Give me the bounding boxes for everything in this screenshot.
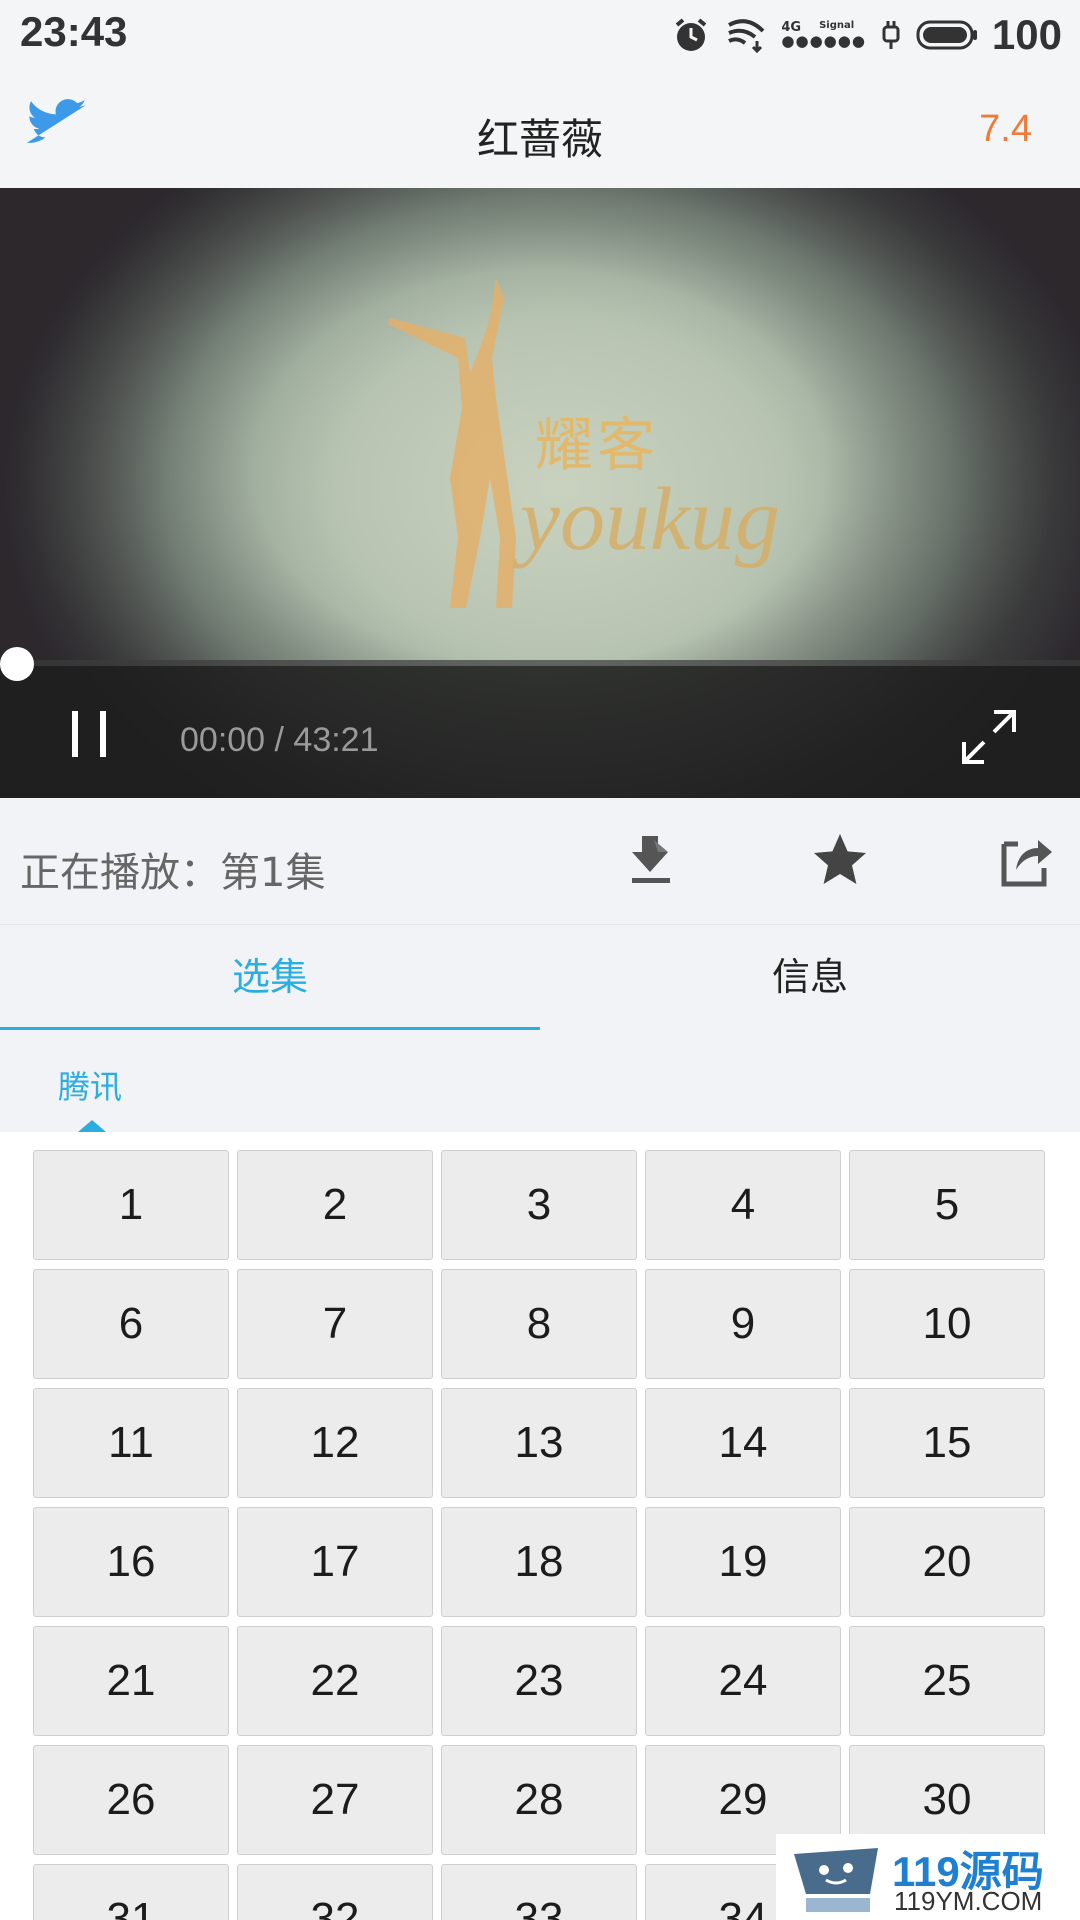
episode-button[interactable]: 21 — [33, 1626, 229, 1736]
episode-button[interactable]: 8 — [441, 1269, 637, 1379]
status-time: 23:43 — [20, 8, 128, 55]
source-tab-tencent[interactable]: 腾讯 — [58, 1062, 122, 1108]
site-watermark: 119源码 119YM.COM — [776, 1834, 1080, 1920]
episode-button[interactable]: 31 — [33, 1864, 229, 1920]
episode-button[interactable]: 19 — [645, 1507, 841, 1617]
now-playing-label: 正在播放：第1集 — [20, 850, 326, 896]
episode-button[interactable]: 6 — [33, 1269, 229, 1379]
pause-button[interactable] — [66, 711, 116, 761]
source-caret-icon — [78, 1120, 106, 1132]
episode-button[interactable]: 11 — [33, 1388, 229, 1498]
episode-button[interactable]: 7 — [237, 1269, 433, 1379]
download-icon[interactable] — [624, 830, 684, 890]
episode-button[interactable]: 5 — [849, 1150, 1045, 1260]
episode-button[interactable]: 17 — [237, 1507, 433, 1617]
video-player[interactable]: 耀客 youkug 00:00 / 43:21 — [0, 188, 1080, 798]
status-bar: 23:43 4G Signal ●●●●●● 100 — [0, 0, 1080, 70]
episode-button[interactable]: 22 — [237, 1626, 433, 1736]
signal-dots-icon: ●●●●●● — [781, 32, 866, 50]
status-icons: 4G Signal ●●●●●● 100 — [671, 10, 1062, 60]
episode-grid-area: 1 2 3 4 5 6 7 8 9 10 11 12 13 14 15 16 17 18 19 20 21 22 23 24 2… — [0, 1132, 1080, 1920]
episode-button[interactable]: 18 — [441, 1507, 637, 1617]
battery-icon — [916, 20, 977, 50]
episode-button[interactable]: 33 — [441, 1864, 637, 1920]
tab-info[interactable]: 信息 — [540, 925, 1080, 1033]
episode-button[interactable]: 16 — [33, 1507, 229, 1617]
episode-button[interactable]: 2 — [237, 1150, 433, 1260]
playback-time: 00:00 / 43:21 — [180, 721, 379, 759]
episode-button[interactable]: 14 — [645, 1388, 841, 1498]
episode-button[interactable]: 32 — [237, 1864, 433, 1920]
network-indicator: 4G Signal ●●●●●● — [781, 21, 866, 49]
title-bar: 红蔷薇 7.4 — [0, 70, 1080, 188]
wifi-icon — [728, 19, 765, 54]
now-playing-row: 正在播放：第1集 — [0, 798, 1080, 922]
page-title: 红蔷薇 — [476, 115, 603, 164]
episode-button[interactable]: 10 — [849, 1269, 1045, 1379]
alarm-icon — [676, 18, 707, 51]
episode-button[interactable]: 26 — [33, 1745, 229, 1855]
episode-button[interactable]: 15 — [849, 1388, 1045, 1498]
tab-bar: 选集 信息 — [0, 924, 1080, 1032]
episode-button[interactable]: 23 — [441, 1626, 637, 1736]
favorite-star-icon[interactable] — [810, 830, 870, 890]
fullscreen-icon[interactable] — [960, 708, 1018, 766]
episode-button[interactable]: 1 — [33, 1150, 229, 1260]
robot-logo-icon — [794, 1848, 878, 1912]
episode-button[interactable]: 20 — [849, 1507, 1045, 1617]
episode-button[interactable]: 13 — [441, 1388, 637, 1498]
pause-icon — [72, 711, 78, 757]
progress-bar[interactable] — [0, 660, 1080, 666]
share-icon[interactable] — [996, 830, 1056, 890]
player-controls: 00:00 / 43:21 — [0, 666, 1080, 798]
episode-button[interactable]: 4 — [645, 1150, 841, 1260]
watermark-url: 119YM.COM — [894, 1886, 1043, 1916]
charging-icon — [882, 21, 900, 49]
episode-button[interactable]: 25 — [849, 1626, 1045, 1736]
pause-icon-bar — [100, 711, 106, 757]
episode-grid: 1 2 3 4 5 6 7 8 9 10 11 12 13 14 15 16 17 18 19 20 21 22 23 24 2… — [33, 1150, 1047, 1920]
episode-button[interactable]: 3 — [441, 1150, 637, 1260]
tab-episodes[interactable]: 选集 — [0, 925, 540, 1033]
source-selector: 腾讯 — [0, 1032, 1080, 1132]
episode-button[interactable]: 27 — [237, 1745, 433, 1855]
rating-score: 7.4 — [979, 108, 1032, 150]
episode-button[interactable]: 9 — [645, 1269, 841, 1379]
progress-knob[interactable] — [0, 647, 34, 681]
battery-percent: 100 — [991, 11, 1062, 58]
episode-button[interactable]: 12 — [237, 1388, 433, 1498]
episode-button[interactable]: 24 — [645, 1626, 841, 1736]
episode-button[interactable]: 28 — [441, 1745, 637, 1855]
tab-active-indicator — [0, 1027, 540, 1030]
